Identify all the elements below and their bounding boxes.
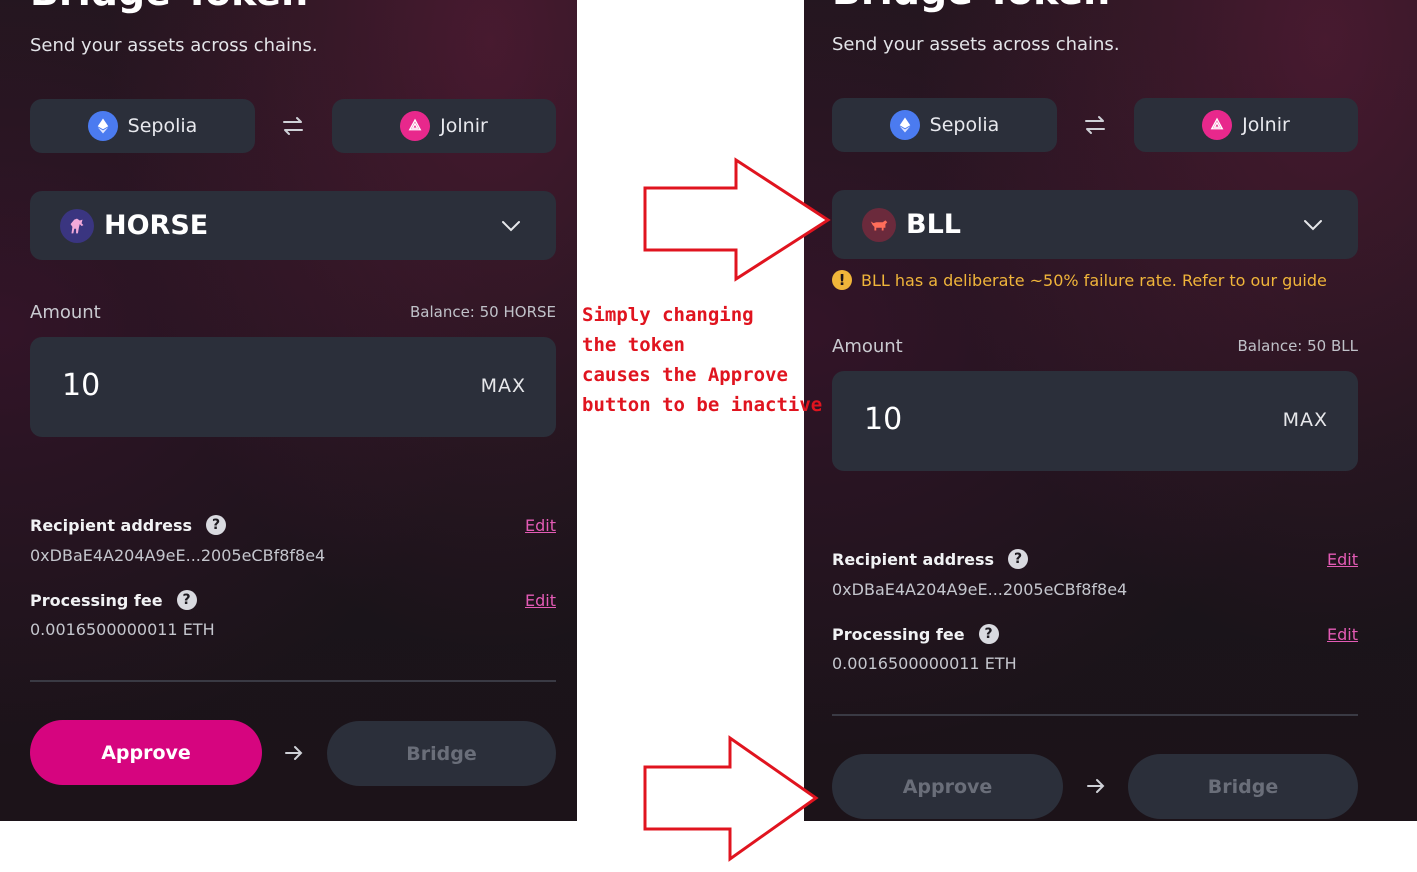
from-chain-button[interactable]: Sepolia bbox=[832, 98, 1057, 152]
balance-text: Balance: 50 BLL bbox=[1237, 337, 1358, 355]
help-icon[interactable]: ? bbox=[978, 624, 999, 644]
max-button[interactable]: MAX bbox=[481, 375, 526, 397]
bridge-button[interactable]: Bridge bbox=[1128, 754, 1358, 819]
amount-input[interactable]: 10 MAX bbox=[30, 337, 556, 437]
chevron-down-icon bbox=[1304, 220, 1322, 231]
bridge-panel-after: Bridge Token Send your assets across cha… bbox=[804, 0, 1417, 821]
approve-button[interactable]: Approve bbox=[30, 720, 262, 785]
balance-text: Balance: 50 HORSE bbox=[409, 303, 556, 321]
processing-fee-label: Processing fee ? bbox=[30, 590, 197, 610]
edit-fee-link[interactable]: Edit bbox=[525, 591, 556, 610]
divider bbox=[30, 680, 556, 682]
annotation-line: causes the Approve bbox=[582, 364, 788, 386]
annotation-arrow-upper bbox=[643, 157, 831, 282]
recipient-address-value: 0xDBaE4A204A9eE...2005eCBf8f8e4 bbox=[832, 580, 1128, 599]
chevron-down-icon bbox=[502, 221, 520, 232]
to-chain-label: Jolnir bbox=[440, 115, 488, 137]
processing-fee-label: Processing fee ? bbox=[832, 624, 999, 644]
token-select[interactable]: HORSE bbox=[30, 191, 556, 260]
page-title: Bridge Token bbox=[832, 0, 1110, 13]
from-chain-button[interactable]: Sepolia bbox=[30, 99, 255, 153]
bridge-button[interactable]: Bridge bbox=[327, 721, 556, 786]
page-title: Bridge Token bbox=[30, 0, 308, 14]
fee-label-text: Processing fee bbox=[832, 624, 965, 644]
amount-input[interactable]: 10 MAX bbox=[832, 371, 1358, 471]
page-subtitle: Send your assets across chains. bbox=[30, 35, 318, 56]
amount-label: Amount bbox=[30, 302, 101, 323]
edit-recipient-link[interactable]: Edit bbox=[1327, 550, 1358, 569]
amount-value: 10 bbox=[62, 368, 101, 403]
token-name: BLL bbox=[906, 209, 961, 240]
swap-icon[interactable] bbox=[279, 112, 307, 140]
help-icon[interactable]: ? bbox=[1008, 549, 1029, 569]
to-chain-button[interactable]: Jolnir bbox=[332, 99, 556, 153]
warning-icon: ! bbox=[832, 270, 852, 290]
max-button[interactable]: MAX bbox=[1283, 409, 1328, 431]
arrow-right-icon bbox=[1087, 779, 1105, 793]
to-chain-label: Jolnir bbox=[1242, 114, 1290, 136]
recipient-label-text: Recipient address bbox=[30, 515, 193, 535]
amount-label: Amount bbox=[832, 336, 903, 357]
swap-icon[interactable] bbox=[1081, 111, 1109, 139]
edit-recipient-link[interactable]: Edit bbox=[525, 516, 556, 535]
annotation-text: Simply changing the token causes the App… bbox=[582, 300, 822, 420]
to-chain-button[interactable]: Jolnir bbox=[1134, 98, 1358, 152]
from-chain-label: Sepolia bbox=[127, 115, 198, 137]
divider bbox=[832, 714, 1358, 716]
annotation-arrow-lower bbox=[643, 735, 819, 862]
annotation-line: the token bbox=[582, 334, 685, 356]
recipient-address-label: Recipient address ? bbox=[832, 549, 1029, 569]
token-select[interactable]: BLL bbox=[832, 190, 1358, 259]
approve-button[interactable]: Approve bbox=[832, 754, 1063, 819]
edit-fee-link[interactable]: Edit bbox=[1327, 625, 1358, 644]
jolnir-icon bbox=[400, 111, 431, 141]
bull-token-icon bbox=[862, 207, 896, 242]
failure-rate-warning: ! BLL has a deliberate ~50% failure rate… bbox=[832, 270, 1327, 290]
processing-fee-value: 0.0016500000011 ETH bbox=[30, 620, 215, 639]
horse-token-icon bbox=[60, 208, 94, 243]
jolnir-icon bbox=[1202, 110, 1233, 140]
help-icon[interactable]: ? bbox=[206, 515, 227, 535]
arrow-right-icon bbox=[285, 746, 303, 760]
annotation-line: Simply changing bbox=[582, 304, 754, 326]
annotation-line: button to be inactive bbox=[582, 394, 823, 416]
help-icon[interactable]: ? bbox=[176, 590, 197, 610]
page-subtitle: Send your assets across chains. bbox=[832, 34, 1120, 55]
recipient-address-value: 0xDBaE4A204A9eE...2005eCBf8f8e4 bbox=[30, 546, 326, 565]
warning-text[interactable]: BLL has a deliberate ~50% failure rate. … bbox=[861, 271, 1327, 290]
token-name: HORSE bbox=[104, 210, 209, 241]
recipient-address-label: Recipient address ? bbox=[30, 515, 227, 535]
bridge-panel-before: Bridge Token Send your assets across cha… bbox=[0, 0, 577, 821]
recipient-label-text: Recipient address bbox=[832, 549, 995, 569]
fee-label-text: Processing fee bbox=[30, 590, 163, 610]
from-chain-label: Sepolia bbox=[929, 114, 1000, 136]
amount-value: 10 bbox=[864, 402, 903, 437]
processing-fee-value: 0.0016500000011 ETH bbox=[832, 654, 1017, 673]
ethereum-icon bbox=[87, 111, 118, 141]
ethereum-icon bbox=[889, 110, 920, 140]
